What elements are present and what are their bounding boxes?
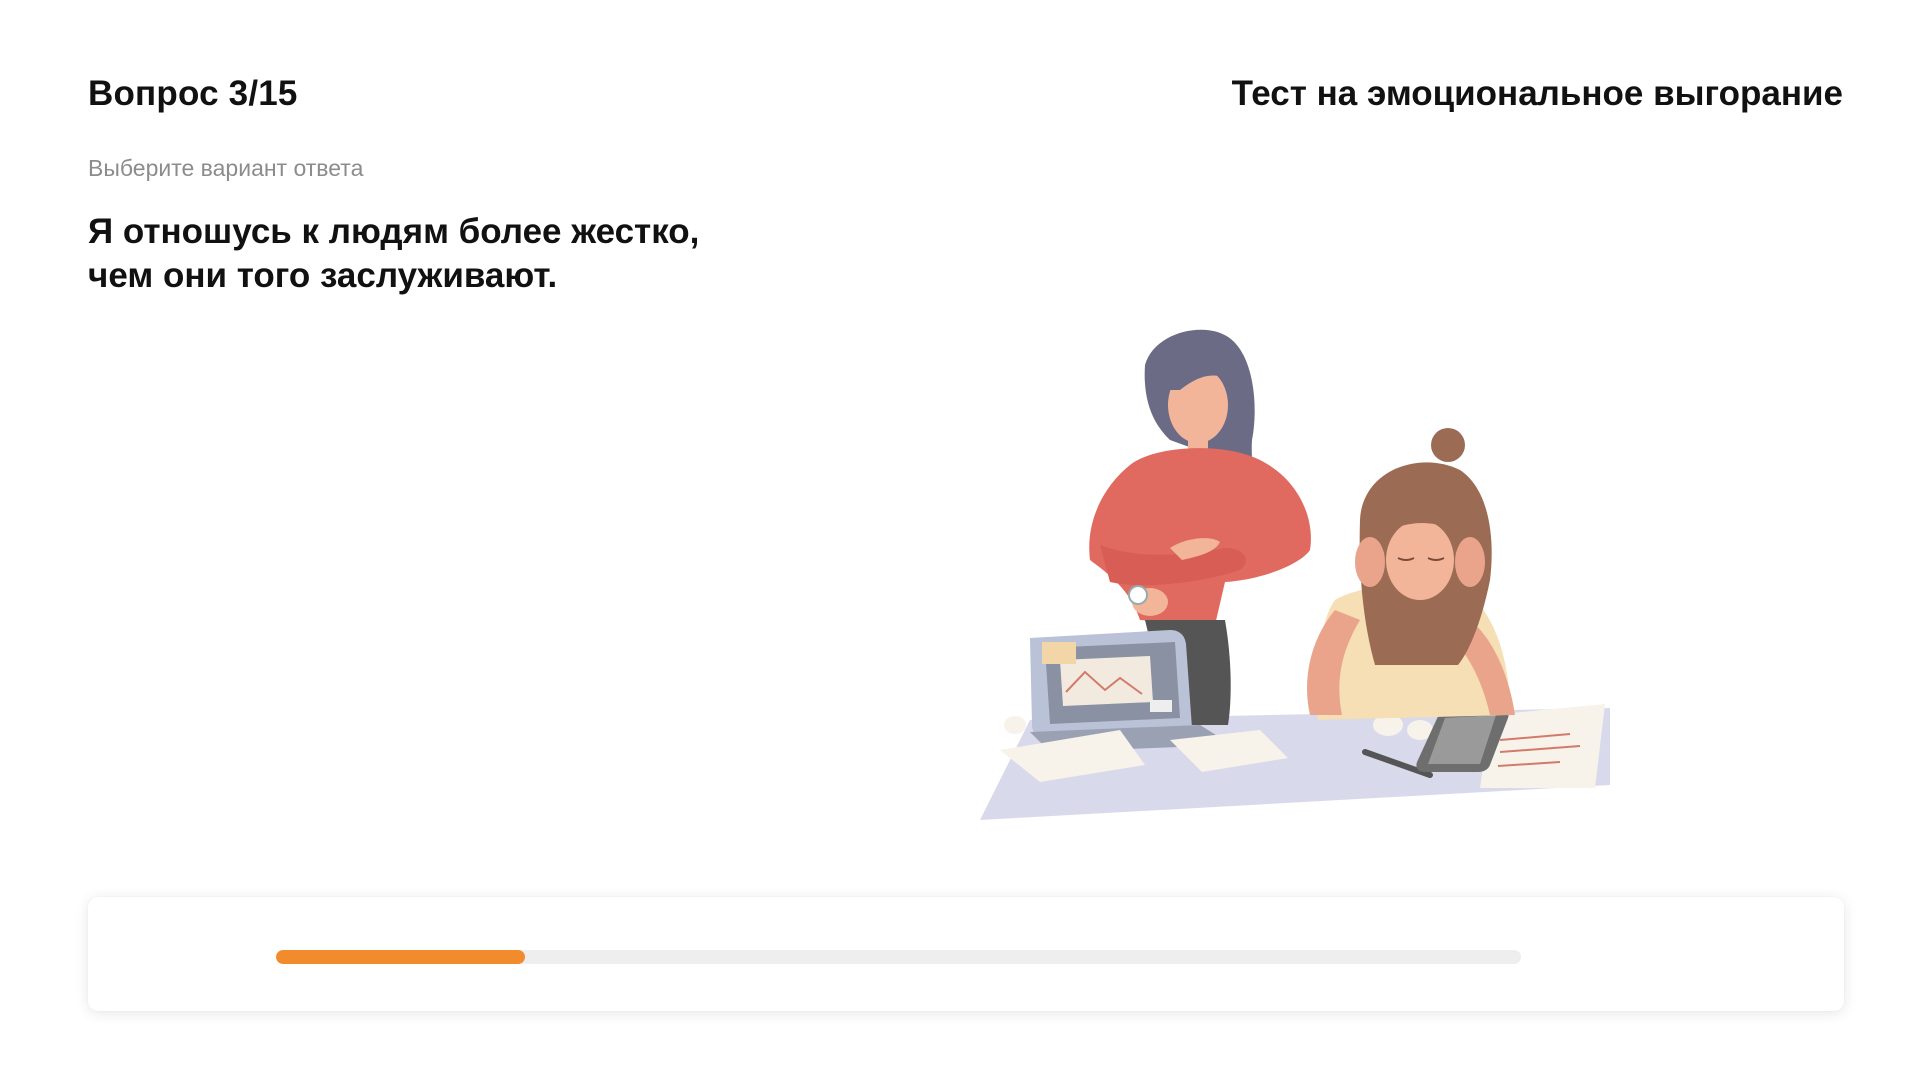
question-counter: Вопрос 3/15 bbox=[88, 74, 298, 113]
test-title: Тест на эмоциональное выгорание bbox=[1231, 74, 1843, 113]
question-text: Я отношусь к людям более жестко, чем они… bbox=[88, 210, 808, 298]
progress-panel bbox=[88, 897, 1844, 1011]
stressed-office-workers-illustration bbox=[980, 329, 1610, 820]
question-text-line-1: Я отношусь к людям более жестко, bbox=[88, 212, 700, 251]
progress-track bbox=[276, 950, 1521, 964]
question-text-line-2: чем они того заслуживают. bbox=[88, 256, 558, 295]
answer-hint: Выберите вариант ответа bbox=[88, 155, 364, 181]
sitting-woman-face bbox=[1386, 520, 1454, 600]
standing-woman-blouse bbox=[1089, 448, 1311, 625]
progress-fill bbox=[276, 950, 525, 964]
quiz-page: Вопрос 3/15 Тест на эмоциональное выгора… bbox=[0, 0, 1920, 1080]
